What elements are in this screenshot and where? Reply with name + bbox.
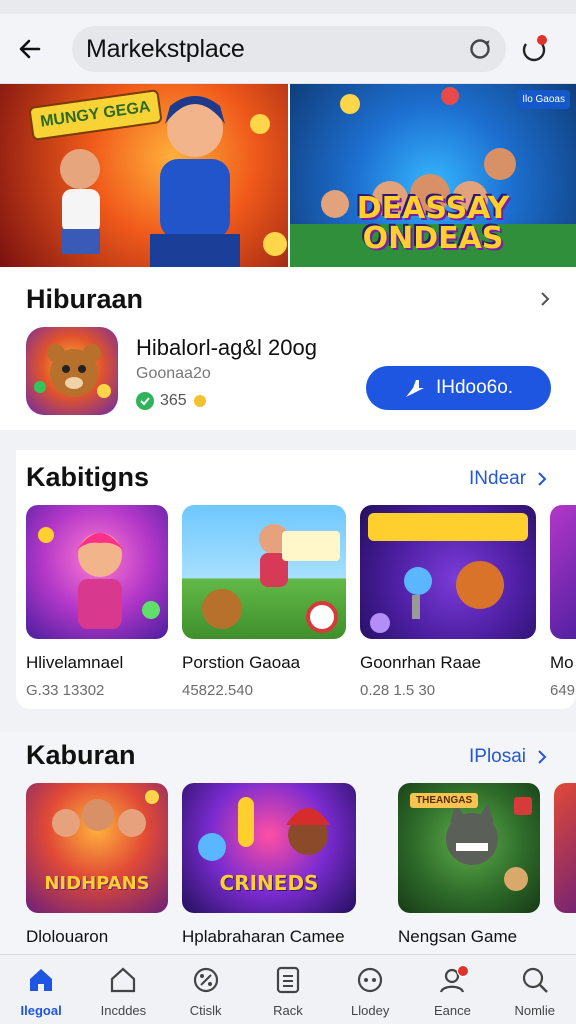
nav-label: Eance (434, 1003, 471, 1018)
game-meta: 45822.540 (182, 682, 253, 699)
search-icon (522, 967, 548, 993)
chevron-right-icon (538, 472, 547, 486)
house-outline-icon (111, 967, 136, 993)
character-illustration (38, 527, 160, 629)
promo-banner-carousel[interactable]: MUNGY GEGA Ilo Gaoas DEASSAY ONDEAS (0, 84, 576, 267)
character-illustration (60, 96, 287, 267)
coin-icon (193, 395, 206, 407)
bell-icon (522, 35, 547, 62)
game-title: Porstion Gaoaa (182, 653, 301, 672)
promo-banner-1[interactable]: MUNGY GEGA (0, 84, 288, 267)
section-title: Hiburaan (26, 284, 144, 314)
section-title: Kaburan (26, 740, 136, 770)
top-bar: Markekstplace (0, 14, 576, 84)
game-tile[interactable]: NIDHPANS Dlolouaron (26, 783, 168, 947)
bottom-nav: Ilegoal Incddes Ctislk Rack Llodey Eance… (0, 954, 576, 1024)
banner-headline: DEASSAY ONDEAS (356, 191, 510, 256)
nav-item-home[interactable]: Ilegoal (0, 955, 82, 1024)
back-button[interactable] (0, 14, 60, 84)
game-tile[interactable]: CRINEDS Hplabraharan Camee (182, 783, 356, 947)
game-thumbnail (26, 505, 168, 639)
game-thumbnail (360, 505, 536, 639)
game-title: Dlolouaron (26, 927, 109, 946)
game-tile[interactable]: Porstion Gaoaa 45822.540 (182, 505, 346, 699)
game-thumbnail (554, 783, 576, 913)
nav-label: Incddes (100, 1003, 147, 1018)
game-meta: G.33 13302 (26, 682, 105, 699)
nav-label: Llodey (351, 1003, 390, 1018)
game-title: Mo (550, 653, 574, 672)
plane-icon (405, 380, 424, 397)
nav-item-5[interactable]: Llodey (329, 955, 411, 1024)
chevron-right-icon[interactable] (538, 292, 552, 306)
chevron-right-icon (538, 750, 547, 764)
install-button-label: IHdoo6o. (435, 377, 514, 398)
section-title: Kabitigns (26, 462, 150, 492)
nav-label: Rack (273, 1003, 303, 1018)
install-button[interactable]: IHdoo6o. (366, 366, 551, 410)
search-input[interactable]: Markekstplace (86, 35, 245, 64)
game-title: Hplabraharan Camee (182, 927, 345, 946)
game-title: Nengsan Game (398, 927, 518, 946)
promo-banner-2[interactable]: Ilo Gaoas DEASSAY ONDEAS (290, 84, 576, 267)
tile-art-title: THEANGAS (410, 793, 479, 808)
game-tile[interactable]: Hlivelamnael G.33 13302 (26, 505, 168, 699)
list-icon (276, 966, 300, 994)
game-tile[interactable]: Goonrhan Raae 0.28 1.5 30 (360, 505, 536, 699)
section-card-2: Kaburan IPlosai NIDHPANS Dlolouaron CRIN… (0, 732, 576, 954)
game-thumbnail (182, 505, 346, 639)
game-meta: 649 (550, 682, 576, 699)
nav-label: Ilegoal (20, 1003, 62, 1018)
arrow-left-icon (19, 39, 41, 58)
see-all-label: IPlosai (469, 746, 527, 767)
bear-mascot-icon (34, 344, 111, 398)
nav-label: Ctislk (189, 1003, 222, 1018)
featured-app-icon[interactable] (26, 327, 118, 415)
game-tile[interactable]: THEANGAS Nengsan Game (398, 783, 540, 947)
game-thumbnail (550, 505, 576, 639)
see-all-link[interactable]: INdear (469, 468, 548, 490)
tile-art-title: NIDHPANS (44, 873, 150, 894)
notification-badge (457, 965, 470, 977)
game-thumbnail: NIDHPANS (26, 783, 168, 913)
nav-item-2[interactable]: Incddes (82, 955, 164, 1024)
nav-item-6[interactable]: Eance (411, 955, 493, 1024)
refresh-icon[interactable] (468, 37, 492, 61)
character-illustration (202, 524, 340, 633)
game-thumbnail: THEANGAS (398, 783, 540, 913)
percent-tag-icon (193, 967, 218, 993)
game-tile[interactable]: Mo 649 (550, 505, 576, 699)
featured-section: Hiburaan Hibalorl-ag&l 20og Goonaa2o 365… (0, 267, 576, 430)
tile-art-title: CRINEDS (219, 871, 319, 895)
featured-app-name[interactable]: Hibalorl-ag&l 20og (136, 335, 317, 361)
gamepad-icon (358, 967, 383, 993)
home-icon (30, 969, 53, 991)
featured-rating: 365 (136, 392, 207, 410)
game-tile[interactable] (554, 783, 576, 913)
see-all-label: INdear (469, 468, 527, 489)
character-illustration (368, 513, 528, 633)
nav-item-3[interactable]: Ctislk (165, 955, 247, 1024)
status-bar (0, 0, 576, 14)
search-bar[interactable]: Markekstplace (72, 26, 506, 72)
nav-item-7[interactable]: Nomlie (494, 955, 576, 1024)
nav-item-4[interactable]: Rack (247, 955, 329, 1024)
section-card-1: Kabitigns INdear Hlivelamnael G.33 13302… (16, 450, 576, 709)
game-title: Goonrhan Raae (360, 653, 481, 672)
game-title: Hlivelamnael (26, 653, 124, 672)
notification-button[interactable] (514, 34, 554, 66)
game-thumbnail: CRINEDS (182, 783, 356, 913)
see-all-link[interactable]: IPlosai (469, 746, 548, 768)
rating-count: 365 (160, 392, 187, 409)
check-circle-icon (136, 392, 154, 410)
featured-app-subtitle: Goonaa2o (136, 365, 211, 382)
nav-label: Nomlie (514, 1003, 555, 1018)
game-meta: 0.28 1.5 30 (360, 682, 436, 699)
